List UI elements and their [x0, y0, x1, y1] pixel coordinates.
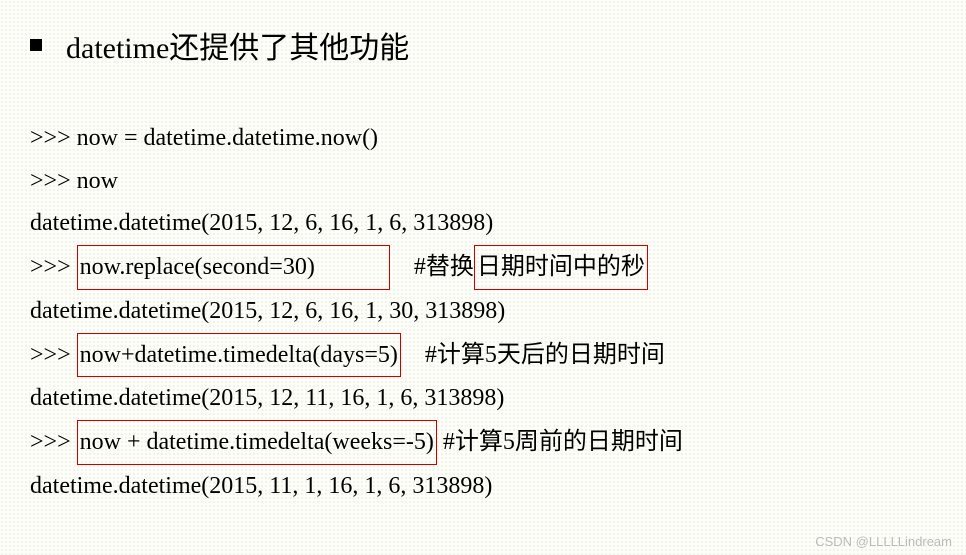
slide-heading: datetime还提供了其他功能	[30, 23, 936, 67]
code-line: >>> now.replace(second=30) #替换日期时间中的秒	[30, 245, 936, 290]
highlight-box: now+datetime.timedelta(days=5)	[77, 333, 401, 378]
code-suffix: #替换	[390, 254, 474, 280]
code-line: >>> now	[30, 160, 936, 203]
code-suffix: #计算5天后的日期时间	[401, 342, 665, 368]
code-prefix: >>>	[30, 254, 77, 280]
code-line: >>> now + datetime.timedelta(weeks=-5) #…	[30, 420, 936, 465]
code-prefix: >>>	[30, 429, 77, 455]
bullet-icon	[30, 39, 42, 51]
code-line: >>> now+datetime.timedelta(days=5) #计算5天…	[30, 333, 936, 378]
code-block: >>> now = datetime.datetime.now() >>> no…	[30, 117, 936, 507]
highlight-box: 日期时间中的秒	[474, 245, 648, 290]
code-suffix: #计算5周前的日期时间	[437, 429, 683, 455]
code-line: datetime.datetime(2015, 11, 1, 16, 1, 6,…	[30, 465, 936, 508]
code-line: datetime.datetime(2015, 12, 6, 16, 1, 30…	[30, 290, 936, 333]
highlight-box: now + datetime.timedelta(weeks=-5)	[77, 420, 437, 465]
highlight-box: now.replace(second=30)	[77, 245, 390, 290]
code-line: datetime.datetime(2015, 12, 11, 16, 1, 6…	[30, 377, 936, 420]
code-prefix: >>>	[30, 342, 77, 368]
code-line: datetime.datetime(2015, 12, 6, 16, 1, 6,…	[30, 202, 936, 245]
heading-text: datetime还提供了其他功能	[66, 23, 409, 67]
watermark: CSDN @LLLLLindream	[815, 534, 952, 549]
code-line: >>> now = datetime.datetime.now()	[30, 117, 936, 160]
